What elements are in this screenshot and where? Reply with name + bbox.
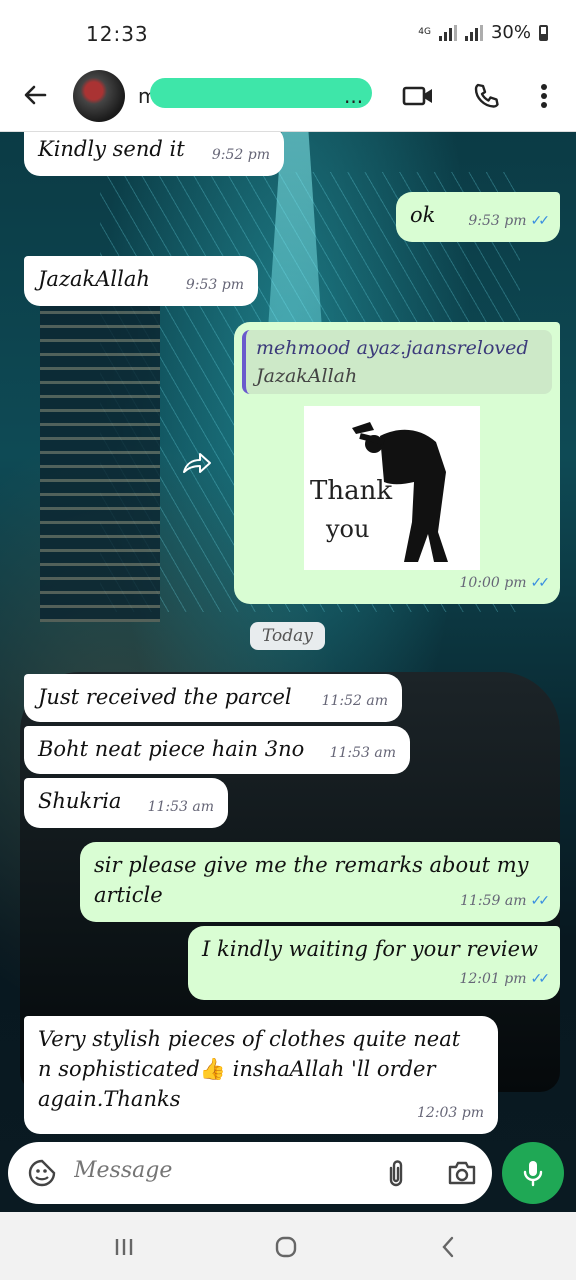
message-time: 11:53 am xyxy=(147,799,214,815)
network-type-indicator: 4G xyxy=(418,27,431,37)
message-meta: 11:59 am ✓✓ xyxy=(460,886,551,916)
message-incoming[interactable]: Very stylish pieces of clothes quite nea… xyxy=(24,1016,498,1134)
message-time: 10:00 pm xyxy=(459,575,527,591)
read-ticks-icon: ✓✓ xyxy=(530,213,551,229)
chat-header: m ... xyxy=(0,62,576,132)
forward-icon[interactable] xyxy=(180,448,214,478)
message-time: 11:53 am xyxy=(329,745,396,761)
quoted-reply[interactable]: mehmood ayaz.jaansreloved JazakAllah xyxy=(242,330,552,394)
emoji-sticker-icon[interactable] xyxy=(26,1157,58,1189)
message-incoming[interactable]: JazakAllah 9:53 pm xyxy=(24,256,258,306)
message-time: 11:59 am xyxy=(460,893,527,909)
message-incoming[interactable]: Shukria 11:53 am xyxy=(24,778,228,828)
system-nav-bar xyxy=(0,1212,576,1280)
message-text: Boht neat piece hain 3no xyxy=(38,737,305,761)
contact-avatar[interactable] xyxy=(73,70,125,122)
recent-apps-icon[interactable] xyxy=(104,1232,144,1262)
message-text: Just received the parcel xyxy=(38,685,292,709)
video-call-icon[interactable] xyxy=(402,80,434,112)
message-text: JazakAllah xyxy=(38,267,150,291)
camera-icon[interactable] xyxy=(446,1157,478,1189)
home-icon[interactable] xyxy=(266,1232,306,1262)
message-time: 11:52 am xyxy=(321,693,388,709)
status-icons: 4G 30% xyxy=(418,22,548,43)
signal-icon-2 xyxy=(464,24,483,41)
message-meta: 10:00 pm ✓✓ xyxy=(459,568,551,598)
mic-icon xyxy=(523,1161,543,1187)
chat-area[interactable]: Kindly send it 9:52 pm ok 9:53 pm ✓✓ Jaza… xyxy=(0,132,576,1212)
quote-author: mehmood ayaz.jaansreloved xyxy=(256,337,529,359)
battery-icon xyxy=(539,24,548,41)
wallpaper-city xyxy=(40,302,160,622)
message-meta: 12:01 pm ✓✓ xyxy=(459,964,551,994)
signal-icon xyxy=(438,24,457,41)
message-meta: 9:53 pm ✓✓ xyxy=(468,206,551,236)
date-divider: Today xyxy=(250,622,325,650)
message-incoming[interactable]: Just received the parcel 11:52 am xyxy=(24,674,402,722)
read-ticks-icon: ✓✓ xyxy=(530,893,551,909)
message-outgoing[interactable]: I kindly waiting for your review 12:01 p… xyxy=(188,926,560,1000)
attach-icon[interactable] xyxy=(380,1157,412,1189)
message-incoming[interactable]: Boht neat piece hain 3no 11:53 am xyxy=(24,726,410,774)
message-time: 9:53 pm xyxy=(468,213,527,229)
message-incoming[interactable]: Kindly send it 9:52 pm xyxy=(24,132,284,176)
message-outgoing-image[interactable]: mehmood ayaz.jaansreloved JazakAllah Tha… xyxy=(234,322,560,604)
back-arrow-icon[interactable] xyxy=(20,80,50,110)
voice-call-icon[interactable] xyxy=(470,80,502,112)
message-text: ok xyxy=(410,203,436,227)
quote-text: JazakAllah xyxy=(256,365,358,387)
message-time: 12:03 pm xyxy=(416,1105,484,1121)
battery-percent: 30% xyxy=(490,22,531,43)
message-text: I kindly waiting for your review xyxy=(202,937,538,961)
message-time: 9:53 pm xyxy=(185,277,244,293)
mic-button[interactable] xyxy=(502,1142,564,1204)
status-bar: 12:33 4G 30% xyxy=(0,0,576,62)
thumbs-up-emoji: 👍 xyxy=(199,1057,226,1081)
back-nav-icon[interactable] xyxy=(428,1232,468,1262)
message-outgoing[interactable]: ok 9:53 pm ✓✓ xyxy=(396,192,560,242)
message-time: 9:52 pm xyxy=(211,147,270,163)
read-ticks-icon: ✓✓ xyxy=(530,971,551,987)
message-outgoing[interactable]: sir please give me the remarks about my … xyxy=(80,842,560,922)
read-ticks-icon: ✓✓ xyxy=(530,575,551,591)
image-text-2: you xyxy=(326,515,370,543)
redaction-mark xyxy=(150,78,372,108)
thank-you-image[interactable]: Thank you xyxy=(304,406,480,570)
message-input[interactable] xyxy=(74,1158,354,1183)
image-text-1: Thank xyxy=(310,476,393,506)
contact-name-suffix[interactable]: ... xyxy=(344,84,363,108)
status-time: 12:33 xyxy=(86,22,149,46)
message-text: Kindly send it xyxy=(38,137,185,161)
message-composer[interactable] xyxy=(8,1142,492,1204)
message-text: Shukria xyxy=(38,789,122,813)
more-options-icon[interactable] xyxy=(528,80,560,112)
message-time: 12:01 pm xyxy=(459,971,527,987)
